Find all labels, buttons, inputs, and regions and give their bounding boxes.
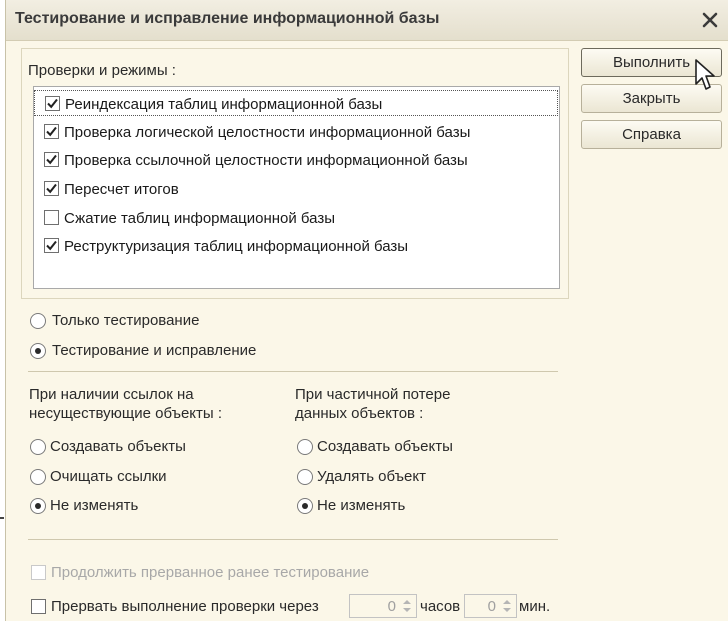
hours-unit-label: часов	[420, 598, 461, 615]
mode-test-and-repair-radio[interactable]	[30, 343, 46, 359]
separator	[28, 371, 558, 372]
partial-loss-keep-label: Не изменять	[317, 497, 406, 514]
minutes-unit-label: мин.	[519, 598, 551, 615]
list-item-label: Реиндексация таблиц информационной базы	[65, 96, 383, 113]
list-item-label: Сжатие таблиц информационной базы	[64, 210, 336, 227]
minutes-value: 0	[487, 598, 496, 615]
test-repair-dialog: Тестирование и исправление информационно…	[5, 0, 728, 621]
continue-interrupted-label: Продолжить прерванное ранее тестирование	[51, 564, 370, 581]
hours-value: 0	[387, 598, 396, 615]
minutes-stepper[interactable]: 0	[464, 594, 517, 618]
partial-loss-label-line1: При частичной потере	[295, 386, 451, 403]
partial-loss-label-line2: данных объектов :	[295, 405, 424, 422]
list-item-restructure[interactable]: Реструктуризация таблиц информационной б…	[34, 233, 558, 259]
checkmark-icon	[46, 154, 57, 165]
spin-arrows-icon[interactable]	[400, 597, 414, 615]
list-item-label: Проверка логической целостности информац…	[64, 124, 471, 141]
recalc-totals-checkbox[interactable]	[44, 181, 59, 196]
checkmark-icon	[47, 98, 58, 109]
checkmark-icon	[46, 126, 57, 137]
partial-loss-create-radio[interactable]	[297, 439, 313, 455]
list-item-label: Проверка ссылочной целостности информаци…	[64, 152, 468, 169]
missing-refs-keep-label: Не изменять	[50, 497, 139, 514]
help-button[interactable]: Справка	[581, 120, 722, 149]
window-title: Тестирование и исправление информационно…	[15, 10, 440, 27]
interrupt-after-label: Прервать выполнение проверки через	[51, 598, 319, 615]
missing-refs-label-line2: несуществующие объекты :	[29, 405, 223, 422]
separator	[28, 539, 558, 540]
missing-refs-clear-label: Очищать ссылки	[50, 468, 167, 485]
restructure-checkbox[interactable]	[44, 238, 59, 253]
missing-refs-keep-radio[interactable]	[30, 498, 46, 514]
interrupt-after-checkbox[interactable]	[31, 599, 46, 614]
title-bar: Тестирование и исправление информационно…	[6, 0, 728, 41]
logical-integrity-checkbox[interactable]	[44, 124, 59, 139]
list-item-logical-integrity[interactable]: Проверка логической целостности информац…	[34, 119, 558, 145]
list-item-reference-integrity[interactable]: Проверка ссылочной целостности информаци…	[34, 147, 558, 173]
list-item-compress-tables[interactable]: Сжатие таблиц информационной базы	[34, 205, 558, 231]
checkmark-icon	[46, 183, 57, 194]
partial-loss-delete-radio[interactable]	[297, 469, 313, 485]
close-icon[interactable]	[698, 8, 722, 32]
partial-loss-keep-radio[interactable]	[297, 498, 313, 514]
compress-tables-checkbox[interactable]	[44, 210, 59, 225]
missing-refs-create-label: Создавать объекты	[50, 438, 186, 455]
list-item-recalc-totals[interactable]: Пересчет итогов	[34, 176, 558, 202]
list-item-label: Пересчет итогов	[64, 181, 179, 198]
checkmark-icon	[46, 240, 57, 251]
mode-test-only-radio[interactable]	[30, 313, 46, 329]
reference-integrity-checkbox[interactable]	[44, 152, 59, 167]
background-mark	[0, 517, 4, 519]
missing-refs-label-line1: При наличии ссылок на	[29, 386, 194, 403]
checks-list[interactable]: Реиндексация таблиц информационной базы …	[33, 86, 560, 289]
continue-interrupted-checkbox[interactable]	[31, 565, 46, 580]
missing-refs-create-radio[interactable]	[30, 439, 46, 455]
list-item-reindex[interactable]: Реиндексация таблиц информационной базы	[34, 90, 558, 116]
partial-loss-delete-label: Удалять объект	[317, 468, 426, 485]
spin-arrows-icon[interactable]	[500, 597, 514, 615]
mode-test-and-repair-label: Тестирование и исправление	[52, 342, 257, 359]
hours-stepper[interactable]: 0	[349, 594, 417, 618]
reindex-checkbox[interactable]	[45, 96, 60, 111]
mouse-pointer-icon	[695, 59, 715, 90]
list-item-label: Реструктуризация таблиц информационной б…	[64, 238, 409, 255]
partial-loss-create-label: Создавать объекты	[317, 438, 453, 455]
mode-test-only-label: Только тестирование	[52, 312, 200, 329]
missing-refs-clear-radio[interactable]	[30, 469, 46, 485]
checks-group-label: Проверки и режимы :	[28, 62, 176, 79]
